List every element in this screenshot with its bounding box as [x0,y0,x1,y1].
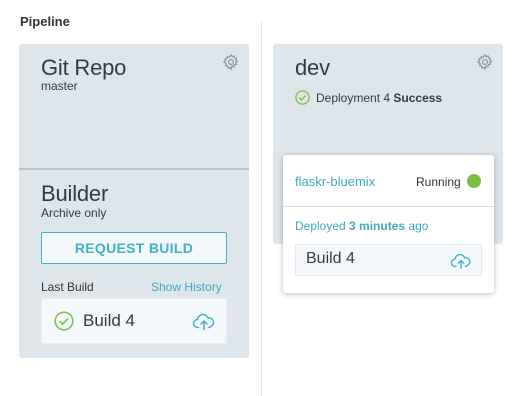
popup-divider [283,206,494,207]
deployment-status: Success [393,90,443,105]
last-build-card[interactable]: Build 4 [41,298,227,344]
check-circle-icon [295,90,310,105]
status-dot-icon [467,174,481,188]
app-popup-card: flaskr-bluemix Running Deployed 3 minute… [283,155,494,293]
stage-title-git-repo: Git Repo [41,55,127,80]
app-name-link[interactable]: flaskr-bluemix [295,174,375,189]
show-history-link[interactable]: Show History [151,280,222,294]
stage-subtitle-builder: Archive only [41,206,107,220]
stage-subtitle-branch: master [41,79,78,93]
popup-build-name: Build 4 [306,250,355,267]
deployment-status-line: Deployment 4 Success [295,90,442,105]
deployed-suffix: ago [408,219,429,233]
check-circle-icon [54,311,74,331]
gear-icon[interactable] [222,53,240,71]
stage-card-builder: Git Repo master Builder Archive only REQ… [19,44,249,358]
gear-icon[interactable] [476,53,494,71]
request-build-button[interactable]: REQUEST BUILD [41,232,227,264]
deployed-time-line: Deployed 3 minutes ago [295,219,428,233]
section-divider [19,168,249,170]
stage-divider [261,22,262,396]
stage-title-dev: dev [295,55,330,80]
app-status-text: Running [416,175,461,189]
popup-build-card[interactable]: Build 4 [295,244,482,276]
deployed-prefix: Deployed [295,219,346,233]
deployed-time: 3 minutes [349,219,406,233]
stage-title-builder: Builder [41,181,109,206]
deployment-text: Deployment 4 [316,90,391,105]
cloud-upload-icon[interactable] [192,311,216,336]
cloud-upload-icon[interactable] [450,251,472,275]
last-build-name: Build 4 [83,311,135,330]
pipeline-heading: Pipeline [20,14,70,29]
last-build-label: Last Build [41,280,94,294]
